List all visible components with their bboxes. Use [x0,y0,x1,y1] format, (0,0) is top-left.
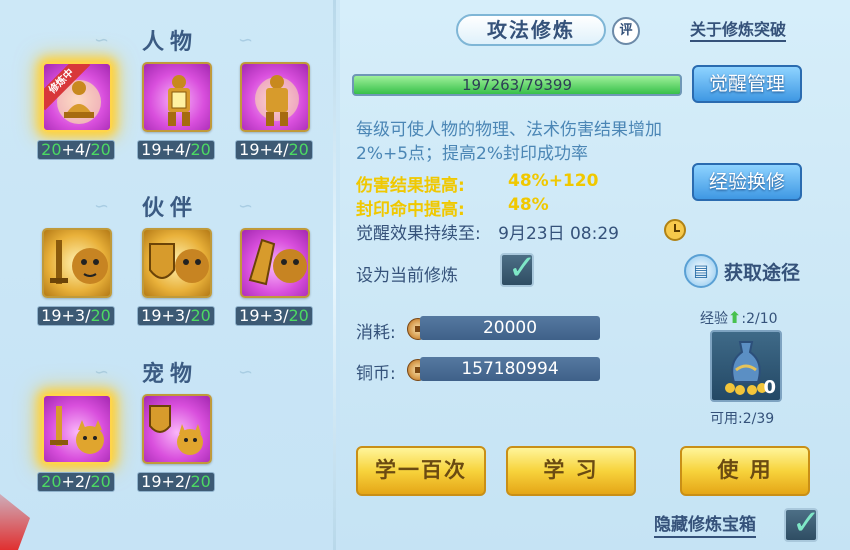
hide-chest-checkbox[interactable]: ✓ [784,504,821,542]
learn-hundred-button[interactable]: 学一百次 [356,446,486,496]
set-current-checkbox[interactable]: ✓ [500,249,537,287]
book-icon[interactable]: ▤ [684,254,718,288]
level-badge: 19+3/20 [37,306,115,326]
section-title-partner: 伙伴 [141,196,198,221]
cultivation-item-character-2[interactable] [142,62,212,132]
cost-label: 消耗: [356,323,396,343]
progress-text: 197263/79399 [461,76,573,94]
shield-cat-icon [149,405,203,455]
level-badge: 20+2/20 [37,472,115,492]
clock-icon[interactable] [664,219,686,241]
exp-label: 经验⬆:2/10 [700,308,778,327]
checkmark-icon: ✓ [792,503,821,543]
set-current-label: 设为当前修炼 [356,266,458,286]
sword-cat-icon [50,406,104,454]
cultivation-item-partner-2[interactable] [142,228,212,298]
swirl-decoration-icon: ∽ [238,362,254,383]
level-badge: 19+3/20 [235,306,313,326]
about-breakthrough-link[interactable]: 关于修炼突破 [690,20,787,42]
stat-value: 48% [508,195,549,215]
stat-row: 伤害结果提高: 48%+120 [356,171,598,196]
use-button[interactable]: 使 用 [680,446,810,496]
learn-button[interactable]: 学 习 [506,446,636,496]
cultivation-item-pet-2[interactable] [142,394,212,464]
level-badge: 19+3/20 [137,306,215,326]
gain-path-link[interactable]: 获取途径 [724,258,800,285]
sword-tiger-icon [50,240,108,284]
copper-label: 铜币: [356,364,396,384]
vase-item-slot[interactable]: 0 [710,330,782,402]
cultivation-item-partner-1[interactable] [42,228,112,298]
awaken-duration-row: 觉醒效果持续至: 9月23日 08:29 [356,219,619,244]
swirl-decoration-icon: ∽ [238,30,254,51]
level-badge: 19+4/20 [137,140,215,160]
checkmark-icon: ✓ [508,248,537,288]
hide-chest-label: 隐藏修炼宝箱 [654,514,756,538]
level-badge: 19+2/20 [137,472,215,492]
page-title: 攻法修炼 [456,14,606,46]
armored-warrior-icon [255,75,299,126]
vase-count: 0 [763,377,776,398]
cultivation-item-character-1[interactable]: 修炼中 [42,62,112,132]
rating-badge[interactable]: 评 [612,17,640,45]
cultivation-item-partner-3[interactable] [240,228,310,298]
awaken-duration-value: 9月23日 08:29 [498,224,619,244]
copper-value: 157180994 [420,357,600,381]
cultivation-item-character-3[interactable] [240,62,310,132]
awaken-management-button[interactable]: 觉醒管理 [692,65,802,103]
section-title-character: 人物 [141,30,198,55]
awaken-duration-label: 觉醒效果持续至: [356,224,481,244]
cultivation-item-pet-1[interactable] [42,394,112,464]
gauntlet-tiger-icon [248,238,307,286]
stat-row: 封印命中提高: 48% [356,195,549,220]
cultivation-description: 每级可使人物的物理、法术伤害结果增加2%+5点；提高2%封印成功率 [356,120,662,164]
stat-label: 封印命中提高: [356,200,465,220]
stat-value: 48%+120 [508,171,599,191]
shield-tiger-icon [149,243,209,283]
level-badge: 20+4/20 [37,140,115,160]
exp-exchange-button[interactable]: 经验换修 [692,163,802,201]
cultivation-progress-bar: 197263/79399 [352,74,682,96]
up-arrow-icon: ⬆ [728,308,742,327]
swirl-decoration-icon: ∽ [238,196,254,217]
stat-label: 伤害结果提高: [356,176,465,196]
panel-divider [333,0,336,550]
armored-warrior-shield-icon [168,75,190,126]
section-title-pet: 宠物 [141,362,198,387]
level-badge: 19+4/20 [235,140,313,160]
cost-value: 20000 [420,316,600,340]
available-count: 可用:2/39 [710,411,775,427]
